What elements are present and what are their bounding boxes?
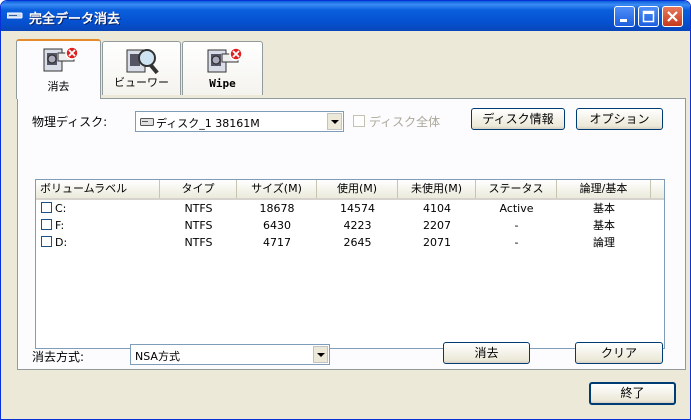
volume-list[interactable]: ボリュームラベル タイプ サイズ(M) 使用(M) 未使用(M) ステータス 論… bbox=[35, 179, 665, 349]
cell-size: 6430 bbox=[263, 219, 291, 232]
whole-disk-label: ディスク全体 bbox=[369, 115, 441, 129]
col-volume-label[interactable]: ボリュームラベル bbox=[36, 180, 160, 198]
viewer-magnifier-icon bbox=[126, 49, 159, 75]
cell-type: NTFS bbox=[184, 202, 213, 215]
col-used[interactable]: 使用(M) bbox=[317, 180, 398, 198]
cell-label: C: bbox=[55, 202, 67, 215]
close-button[interactable] bbox=[662, 6, 683, 27]
col-kind[interactable]: 論理/基本 bbox=[557, 180, 651, 198]
cell-free: 2207 bbox=[423, 219, 451, 232]
cell-type: NTFS bbox=[184, 219, 213, 232]
col-size[interactable]: サイズ(M) bbox=[237, 180, 317, 198]
row-checkbox[interactable] bbox=[41, 202, 52, 213]
app-icon bbox=[7, 12, 23, 19]
minimize-button[interactable] bbox=[614, 6, 635, 27]
row-checkbox[interactable] bbox=[41, 219, 52, 230]
clear-button[interactable]: クリア bbox=[575, 342, 663, 364]
cell-label: D: bbox=[55, 236, 68, 249]
cell-label: F: bbox=[55, 219, 65, 232]
col-status[interactable]: ステータス bbox=[476, 180, 557, 198]
erase-method-select[interactable]: NSA方式 bbox=[130, 344, 330, 365]
dropdown-button[interactable] bbox=[327, 113, 342, 130]
cell-used: 14574 bbox=[340, 202, 375, 215]
dropdown-button[interactable] bbox=[313, 346, 328, 363]
tab-wipe[interactable]: Wipe bbox=[182, 41, 263, 95]
tab-viewer-label: ビューワー bbox=[114, 76, 169, 89]
cell-size: 18678 bbox=[259, 202, 295, 215]
maximize-icon bbox=[642, 10, 655, 23]
erase-button[interactable]: 消去 bbox=[443, 342, 530, 364]
erase-disk-icon bbox=[43, 46, 79, 72]
wipe-disk-icon bbox=[207, 47, 243, 73]
table-row[interactable]: D: NTFS 4717 2645 2071 - 論理 bbox=[36, 234, 664, 251]
cell-status: - bbox=[514, 236, 519, 249]
exit-button[interactable]: 終了 bbox=[589, 382, 676, 405]
physical-disk-value: ディスク_1 38161M bbox=[156, 117, 260, 130]
volume-list-header: ボリュームラベル タイプ サイズ(M) 使用(M) 未使用(M) ステータス 論… bbox=[36, 180, 664, 200]
tab-viewer[interactable]: ビューワー bbox=[102, 41, 181, 95]
table-row[interactable]: C: NTFS 18678 14574 4104 Active 基本 bbox=[36, 200, 664, 217]
cell-status: - bbox=[514, 219, 519, 232]
chevron-down-icon bbox=[317, 353, 325, 357]
col-type[interactable]: タイプ bbox=[160, 180, 237, 198]
cell-used: 4223 bbox=[343, 219, 372, 232]
erase-method-label: 消去方式: bbox=[32, 350, 85, 364]
cell-type: NTFS bbox=[184, 236, 213, 249]
cell-used: 2645 bbox=[343, 236, 372, 249]
cell-kind: 基本 bbox=[593, 219, 615, 232]
cell-free: 4104 bbox=[423, 202, 451, 215]
cell-free: 2071 bbox=[423, 236, 451, 249]
row-checkbox[interactable] bbox=[41, 236, 52, 247]
erase-method-value: NSA方式 bbox=[135, 350, 180, 363]
main-window: 完全データ消去 消去 ビューワー Wipe 物理ディスク: ディスク_1 381… bbox=[0, 0, 691, 420]
physical-disk-select[interactable]: ディスク_1 38161M bbox=[135, 111, 344, 132]
col-free[interactable]: 未使用(M) bbox=[398, 180, 476, 198]
close-icon bbox=[667, 11, 678, 22]
chevron-down-icon bbox=[331, 120, 339, 124]
cell-status: Active bbox=[499, 202, 534, 215]
table-row[interactable]: F: NTFS 6430 4223 2207 - 基本 bbox=[36, 217, 664, 234]
client-area: 消去 ビューワー Wipe 物理ディスク: ディスク_1 38161M ディスク… bbox=[4, 31, 687, 416]
tab-erase[interactable]: 消去 bbox=[16, 39, 101, 99]
cell-kind: 基本 bbox=[593, 202, 615, 215]
physical-disk-label: 物理ディスク: bbox=[32, 115, 108, 129]
disk-info-button[interactable]: ディスク情報 bbox=[471, 108, 565, 130]
maximize-button[interactable] bbox=[638, 6, 659, 27]
whole-disk-checkbox[interactable] bbox=[353, 115, 365, 127]
title-bar[interactable]: 完全データ消去 bbox=[1, 1, 690, 31]
hard-disk-icon bbox=[140, 118, 154, 126]
options-button[interactable]: オプション bbox=[576, 108, 663, 130]
cell-kind: 論理 bbox=[593, 236, 615, 249]
cell-size: 4717 bbox=[263, 236, 291, 249]
minimize-icon bbox=[620, 19, 627, 22]
tab-wipe-label: Wipe bbox=[209, 77, 236, 90]
tab-erase-label: 消去 bbox=[47, 80, 70, 93]
window-title: 完全データ消去 bbox=[29, 12, 121, 27]
